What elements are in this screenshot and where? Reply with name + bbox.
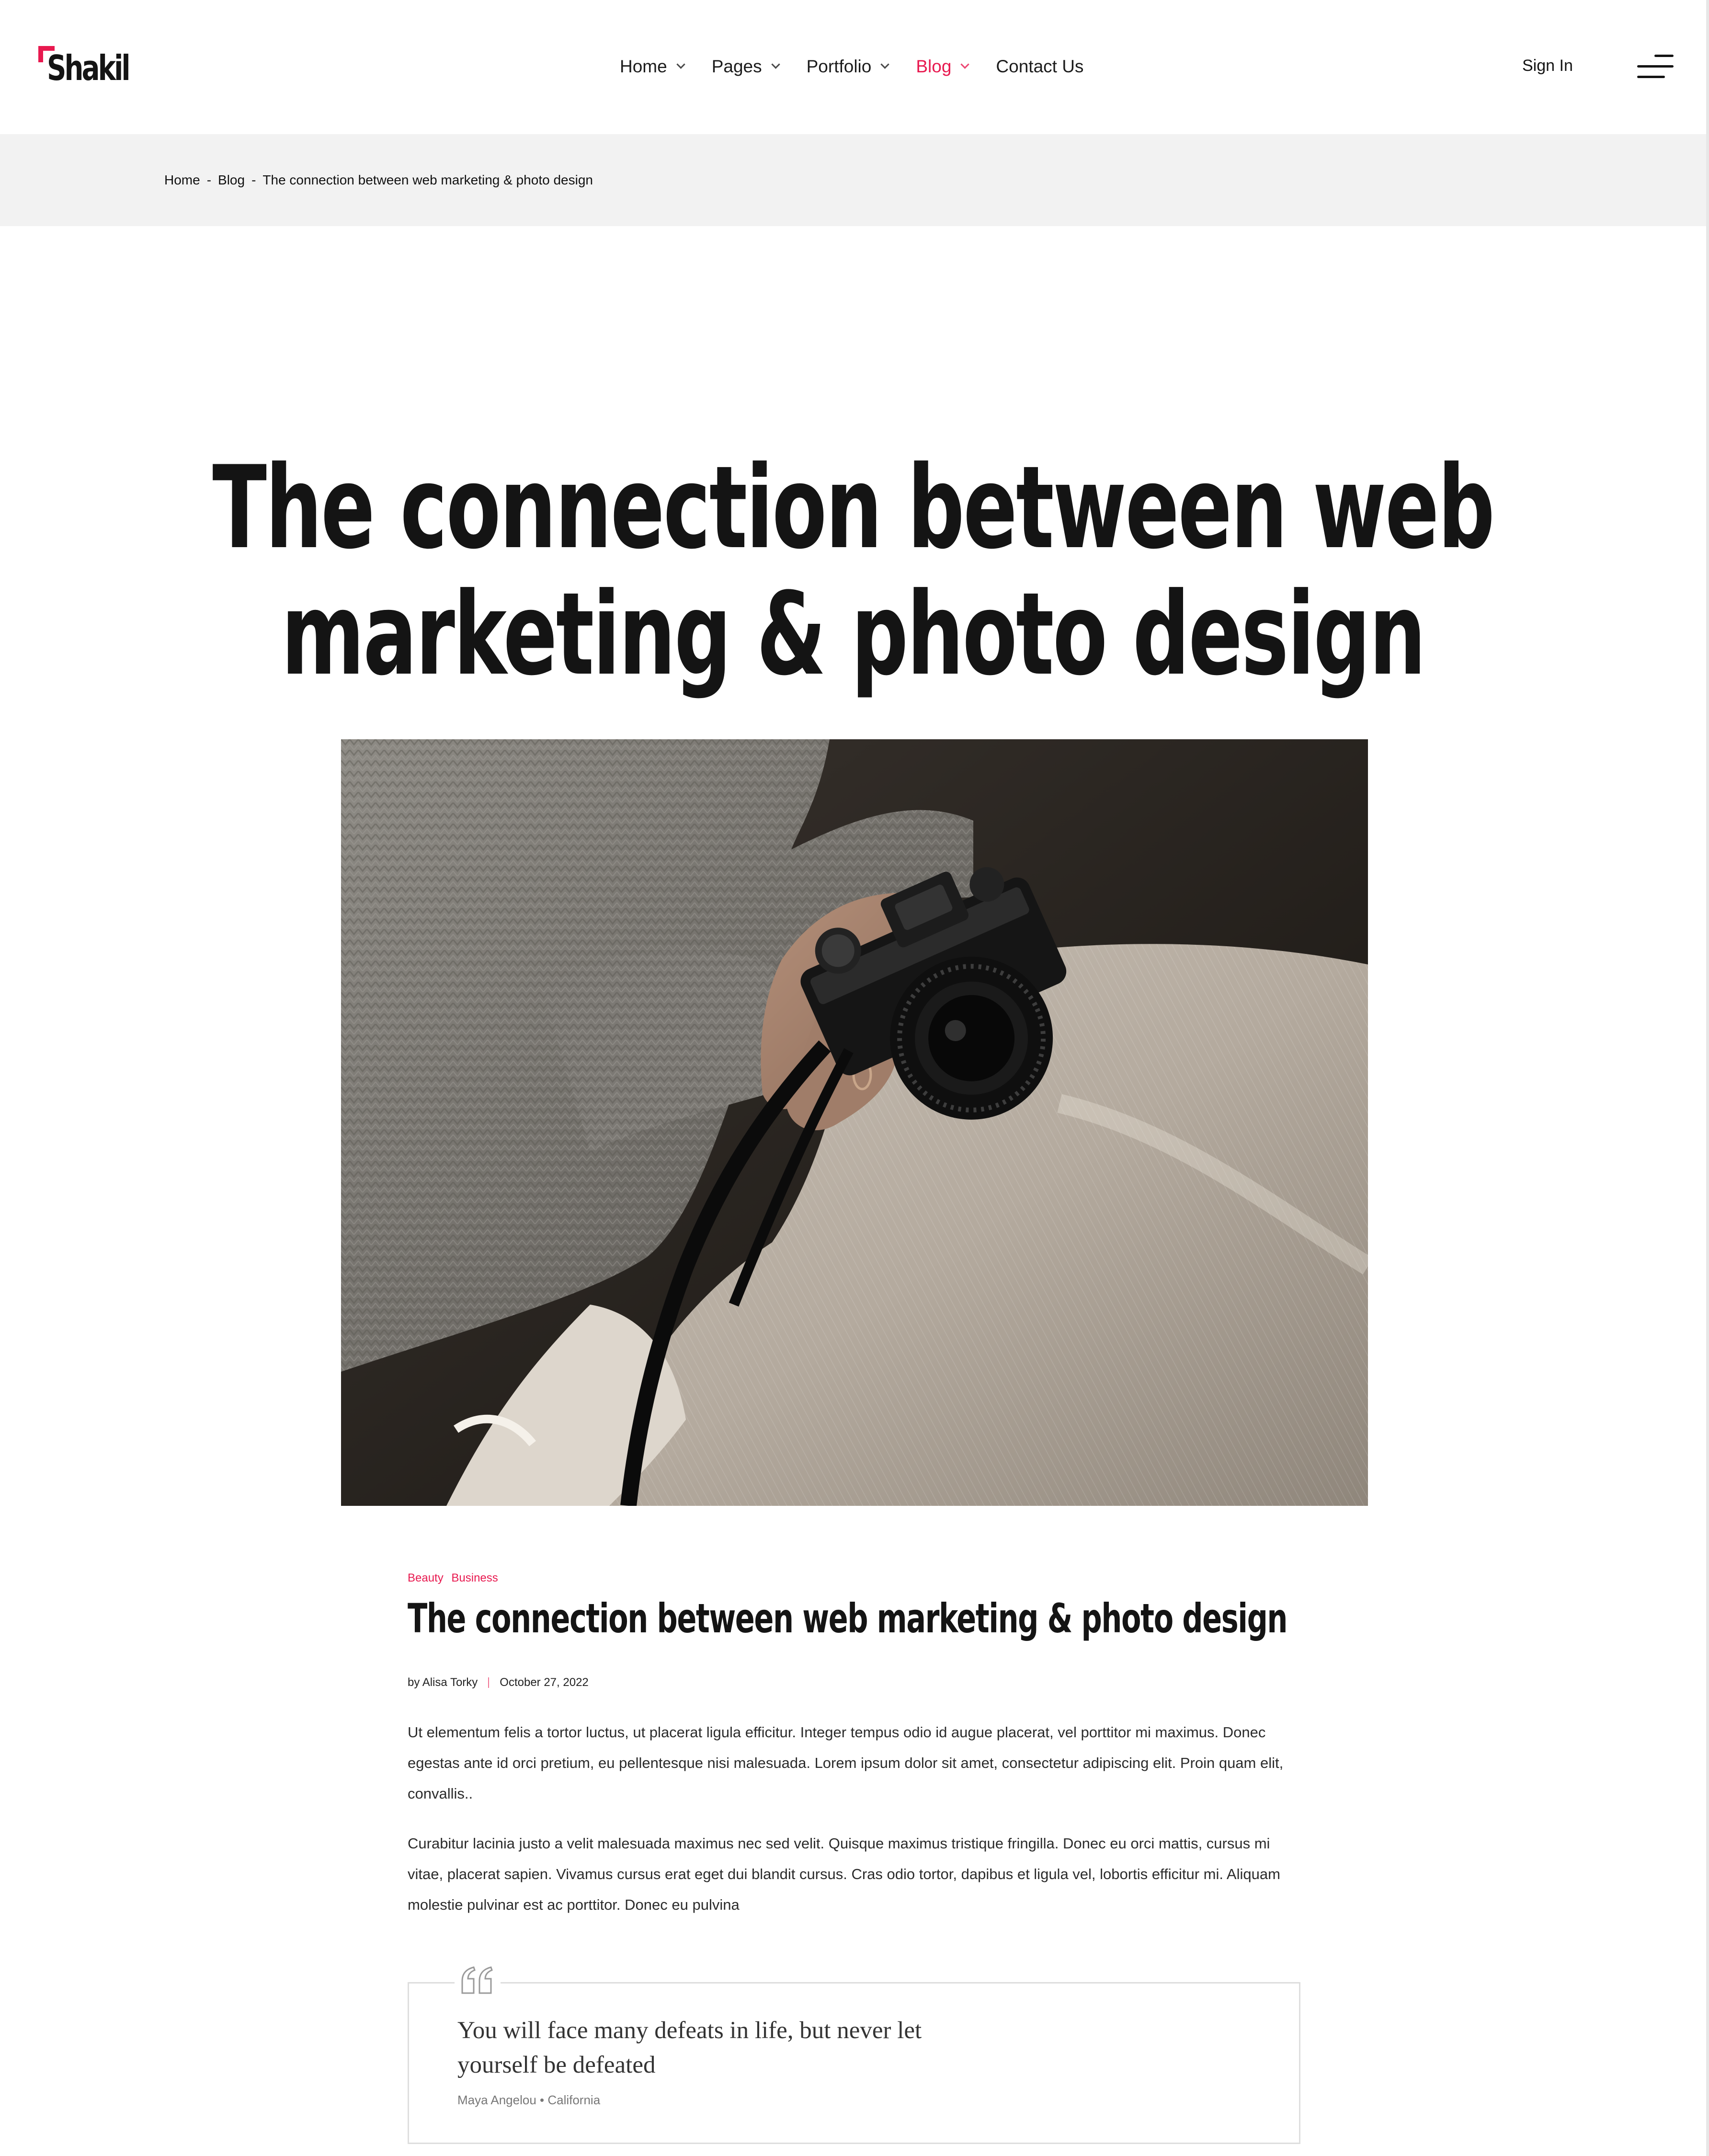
article-paragraph: Curabitur lacinia justo a velit malesuad… (408, 1835, 1280, 1913)
breadcrumb-home[interactable]: Home (164, 172, 200, 188)
blockquote: You will face many defeats in life, but … (408, 1966, 1300, 2144)
page-title-line-1: The connection between web (212, 442, 1495, 575)
featured-image (341, 739, 1368, 1506)
article-title: The connection between web marketing & p… (408, 1595, 1287, 1642)
logo-text: Shakil (47, 48, 131, 88)
article-paragraph: Ut elementum felis a tortor luctus, ut p… (408, 1723, 1284, 1802)
nav-item-contact[interactable]: Contact Us (996, 57, 1083, 77)
quote-text: You will face many defeats in life, but … (457, 2017, 922, 2078)
chevron-down-icon (676, 59, 685, 69)
page-title-line-2: marketing & photo design (281, 568, 1426, 701)
chevron-down-icon (771, 59, 780, 69)
nav-item-pages[interactable]: Pages (711, 57, 780, 77)
nav-item-label: Portfolio (806, 57, 872, 76)
breadcrumb-blog[interactable]: Blog (218, 172, 245, 188)
meta-divider (488, 1677, 490, 1688)
quote-citation: Maya Angelou • California (457, 2093, 601, 2107)
category-link-beauty[interactable]: Beauty (408, 1571, 444, 1584)
breadcrumb-separator: - (251, 172, 256, 187)
quote-icon (455, 1966, 501, 2000)
page-title: The connection between web marketing & p… (172, 445, 1534, 698)
site-header: Shakil Home Pages Portfolio Blog Contact… (0, 0, 1706, 134)
page-scrollbar[interactable] (1706, 0, 1709, 2156)
nav-item-label: Pages (711, 57, 762, 76)
chevron-down-icon (880, 59, 890, 69)
sign-in-link[interactable]: Sign In (1522, 57, 1573, 75)
nav-item-home[interactable]: Home (620, 57, 685, 77)
article-author[interactable]: by Alisa Torky (408, 1676, 478, 1689)
nav-item-portfolio[interactable]: Portfolio (806, 57, 890, 77)
article-meta: by Alisa Torky October 27, 2022 (408, 1676, 1299, 1689)
breadcrumb-separator: - (206, 172, 212, 187)
main-nav: Home Pages Portfolio Blog Contact Us (620, 50, 1083, 83)
breadcrumb: Home - Blog - The connection between web… (164, 172, 593, 188)
article-date: October 27, 2022 (500, 1675, 589, 1689)
breadcrumb-bar: Home - Blog - The connection between web… (0, 134, 1706, 226)
chevron-down-icon (960, 59, 970, 69)
nav-item-label: Contact Us (996, 57, 1084, 76)
article-body: Beauty Business The connection between w… (408, 1571, 1299, 1935)
photo-camera-image (341, 739, 1368, 1506)
category-link-business[interactable]: Business (451, 1571, 498, 1584)
hamburger-menu-icon[interactable] (1637, 54, 1674, 80)
nav-item-label: Home (620, 57, 667, 76)
category-list: Beauty Business (408, 1571, 1299, 1585)
nav-item-label: Blog (916, 57, 952, 76)
nav-item-blog[interactable]: Blog (916, 57, 970, 77)
breadcrumb-current: The connection between web marketing & p… (262, 172, 593, 187)
